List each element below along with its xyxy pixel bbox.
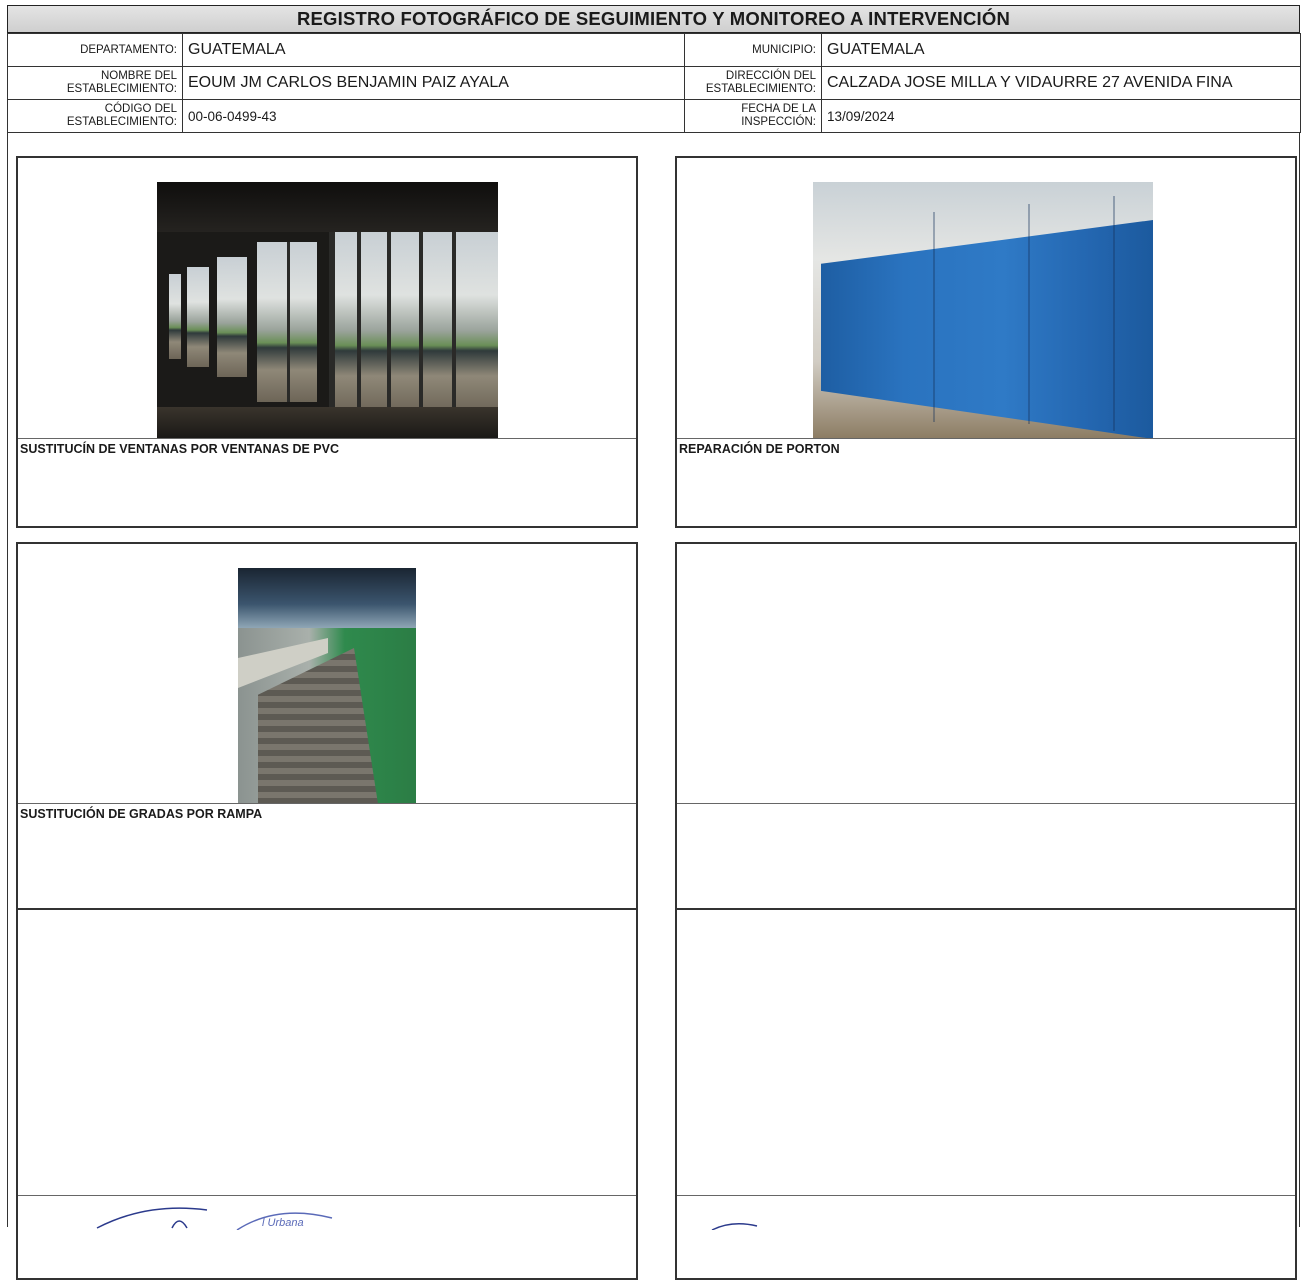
codigo-value: 00-06-0499-43 (182, 99, 685, 133)
stamp-text: l Urbana (262, 1217, 304, 1229)
inspection-sheet: REGISTRO FOTOGRÁFICO DE SEGUIMIENTO Y MO… (7, 5, 1301, 1280)
establishment-info-table: DEPARTAMENTO: GUATEMALA MUNICIPIO: GUATE… (7, 33, 1301, 133)
municipio-label: MUNICIPIO: (684, 33, 822, 67)
nombre-label: NOMBRE DEL ESTABLECIMIENTO: (7, 66, 183, 100)
photo-cell-4 (675, 542, 1297, 914)
photo-caption-1: SUSTITUCÍN DE VENTANAS POR VENTANAS DE P… (20, 442, 340, 456)
signature-and-stamp: l Urbana (96, 1207, 333, 1230)
nombre-value: EOUM JM CARLOS BENJAMIN PAIZ AYALA (182, 66, 685, 100)
photo-caption-2: REPARACIÓN DE PORTON (679, 442, 840, 456)
fecha-value: 13/09/2024 (821, 99, 1301, 133)
document-title-bar: REGISTRO FOTOGRÁFICO DE SEGUIMIENTO Y MO… (7, 5, 1300, 33)
photo-cell-1: SUSTITUCÍN DE VENTANAS POR VENTANAS DE P… (16, 156, 638, 528)
codigo-label: CÓDIGO DEL ESTABLECIMIENTO: (7, 99, 183, 133)
photo-cell-2: REPARACIÓN DE PORTON (675, 156, 1297, 528)
photo-ramp (238, 568, 416, 804)
departamento-label: DEPARTAMENTO: (7, 33, 183, 67)
fecha-label: FECHA DE LA INSPECCIÓN: (684, 99, 822, 133)
direccion-label: DIRECCIÓN DEL ESTABLECIMIENTO: (684, 66, 822, 100)
photo-windows (157, 182, 498, 439)
document-title: REGISTRO FOTOGRÁFICO DE SEGUIMIENTO Y MO… (296, 8, 1011, 29)
municipio-value: GUATEMALA (821, 33, 1301, 67)
photo-gate (813, 182, 1153, 439)
photo-cell-3: SUSTITUCIÓN DE GRADAS POR RAMPA (16, 542, 638, 914)
direccion-value: CALZADA JOSE MILLA Y VIDAURRE 27 AVENIDA… (821, 66, 1301, 100)
stamp-fragment-right (711, 1223, 758, 1230)
photo-cell-6 (675, 908, 1297, 1280)
photo-caption-3: SUSTITUCIÓN DE GRADAS POR RAMPA (20, 807, 263, 821)
departamento-value: GUATEMALA (182, 33, 685, 67)
